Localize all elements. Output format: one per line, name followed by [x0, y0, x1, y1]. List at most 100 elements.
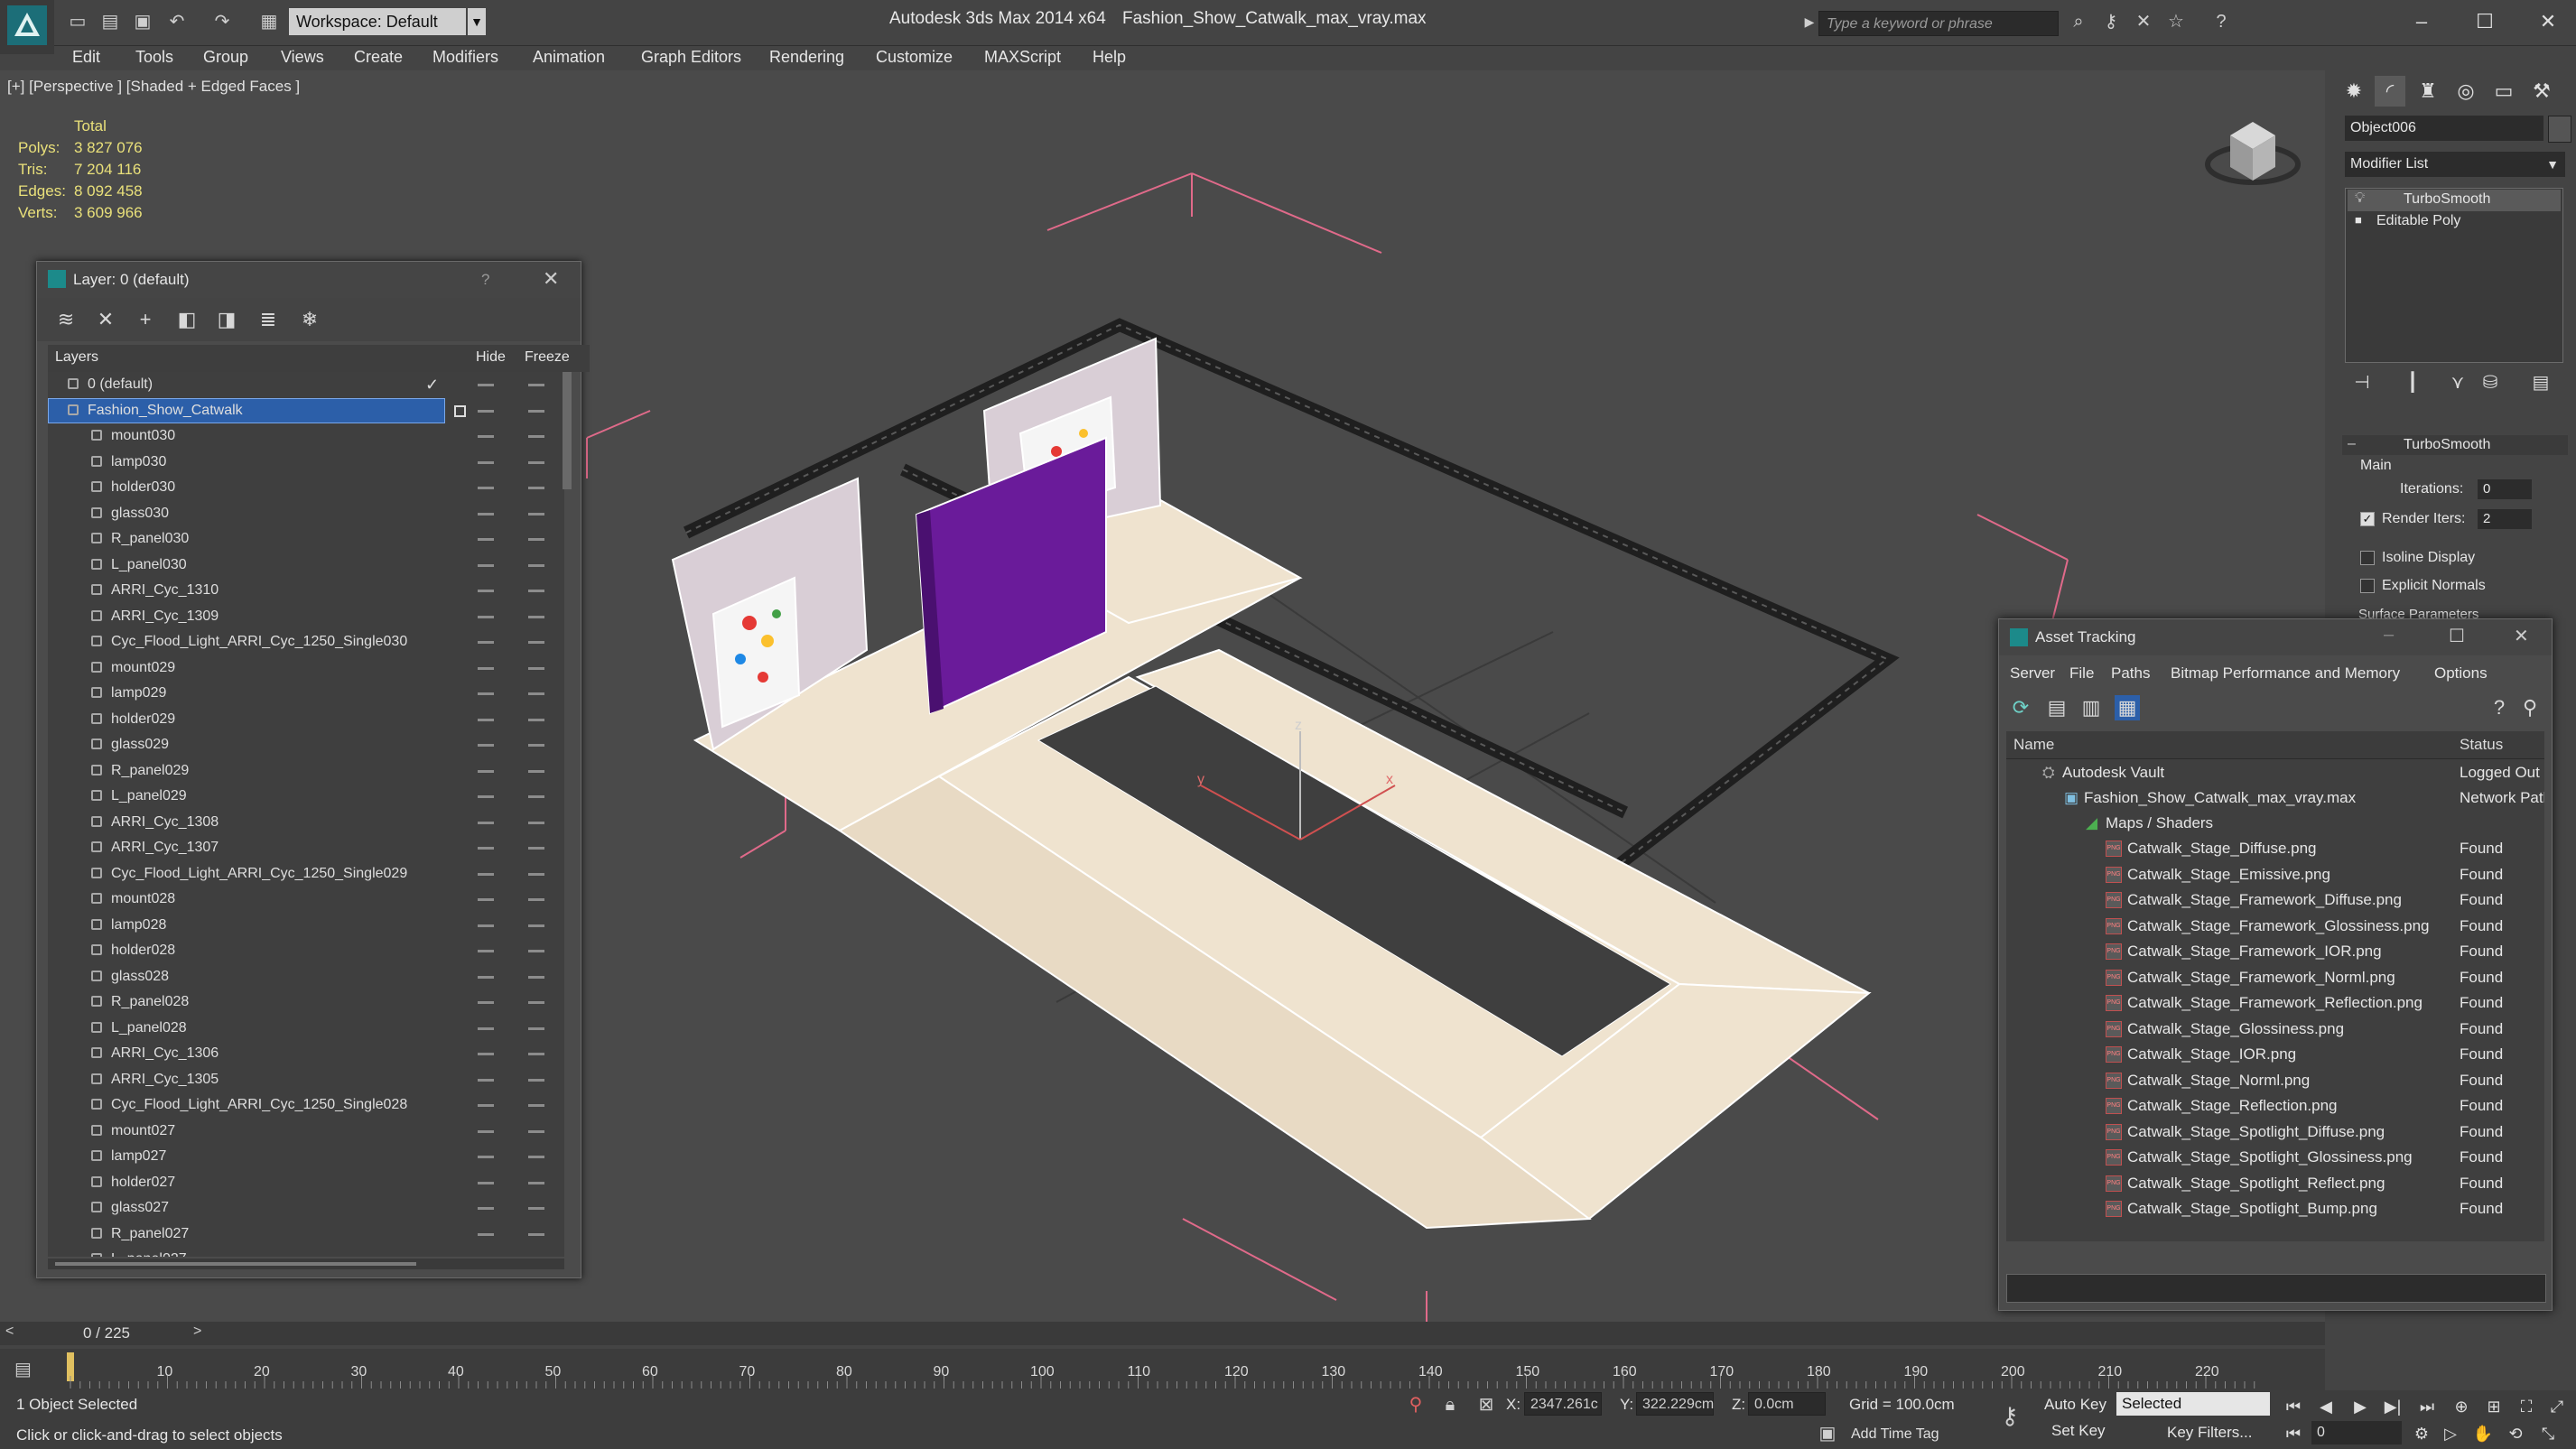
absolute-mode-icon[interactable]: ⊠ — [1475, 1394, 1497, 1416]
freeze-toggle[interactable] — [528, 1181, 544, 1184]
redo-icon[interactable]: ↷ — [211, 11, 233, 33]
object-row[interactable]: R_panel029 — [48, 758, 553, 784]
freeze-toggle[interactable] — [528, 615, 544, 618]
freeze-toggle[interactable] — [528, 1104, 544, 1107]
asset-row-max-file[interactable]: ▣ Fashion_Show_Catwalk_max_vray.max Netw… — [2006, 785, 2544, 811]
help-icon[interactable]: ? — [2487, 695, 2512, 720]
undo-icon[interactable]: ↶ — [166, 11, 188, 33]
hide-toggle[interactable] — [478, 666, 494, 670]
configure-modifier-sets-icon[interactable]: ▤ — [2528, 370, 2553, 395]
modifier-list-dropdown[interactable]: Modifier List — [2345, 152, 2565, 177]
menu-edit[interactable]: Edit — [72, 45, 100, 69]
track-bar[interactable]: ▤ — [0, 1349, 2325, 1390]
add-time-tag-button[interactable]: Add Time Tag — [1851, 1426, 1939, 1443]
go-to-end-icon[interactable]: ⏭ — [2414, 1396, 2440, 1417]
object-row[interactable]: glass027 — [48, 1195, 553, 1221]
show-end-result-icon[interactable]: ┃ — [2400, 370, 2425, 395]
asset-row-map[interactable]: PNG Catwalk_Stage_IOR.png Found — [2006, 1042, 2544, 1067]
object-row[interactable]: ARRI_Cyc_1310 — [48, 578, 553, 603]
hide-toggle[interactable] — [478, 1001, 494, 1004]
object-row[interactable]: L_panel030 — [48, 553, 553, 578]
hide-toggle[interactable] — [478, 1207, 494, 1210]
chevron-right-icon[interactable]: ▶ — [1799, 11, 1820, 33]
menu-rendering[interactable]: Rendering — [769, 45, 844, 69]
freeze-column-header[interactable]: Freeze — [525, 349, 570, 366]
freeze-toggle[interactable] — [528, 1129, 544, 1133]
create-tab-icon[interactable]: ✹ — [2339, 76, 2369, 107]
explicit-normals-checkbox[interactable] — [2360, 579, 2375, 593]
layer-horizontal-scroll-thumb[interactable] — [55, 1262, 416, 1266]
chevron-down-icon[interactable]: ▼ — [2540, 152, 2565, 177]
object-row[interactable]: glass030 — [48, 501, 553, 526]
hide-toggle[interactable] — [478, 641, 494, 644]
minimize-button[interactable]: – — [2404, 5, 2440, 38]
active-layer-check-icon[interactable]: ✓ — [425, 372, 439, 397]
table-view-icon[interactable]: ▦ — [2115, 695, 2140, 720]
pin-stack-icon[interactable]: ⊣ — [2349, 370, 2375, 395]
maximize-button[interactable]: ☐ — [2467, 5, 2503, 38]
asset-path-field[interactable] — [2006, 1274, 2546, 1303]
object-row[interactable]: Cyc_Flood_Light_ARRI_Cyc_1250_Single030 — [48, 629, 553, 655]
freeze-toggle[interactable] — [528, 1026, 544, 1030]
save-file-icon[interactable]: ▣ — [132, 11, 153, 33]
asset-row-map[interactable]: PNG Catwalk_Stage_Framework_Diffuse.png Fo… — [2006, 887, 2544, 913]
highlight-layer-icon[interactable]: ◨ — [214, 307, 239, 332]
asset-menu-file[interactable]: File — [2069, 664, 2094, 683]
layer-scrollbar[interactable] — [563, 372, 572, 489]
hide-toggle[interactable] — [478, 409, 494, 413]
chevron-right-icon[interactable]: > — [193, 1324, 201, 1340]
isolate-selection-icon[interactable]: ⚲ — [1405, 1394, 1427, 1416]
previous-frame-icon[interactable]: ◀ — [2313, 1396, 2339, 1417]
object-row[interactable]: ARRI_Cyc_1305 — [48, 1067, 553, 1092]
hide-toggle[interactable] — [478, 1078, 494, 1082]
asset-list[interactable]: Name Status ⛭ Autodesk Vault Logged Out … — [2006, 731, 2544, 1241]
asset-row-map[interactable]: PNG Catwalk_Stage_Spotlight_Reflect.png Fo… — [2006, 1171, 2544, 1196]
delete-layer-icon[interactable]: ✕ — [93, 307, 118, 332]
freeze-toggle[interactable] — [528, 384, 544, 386]
object-row[interactable]: ARRI_Cyc_1307 — [48, 835, 553, 860]
render-iters-spinner[interactable]: 2 — [2478, 509, 2532, 529]
object-row[interactable]: L_panel028 — [48, 1016, 553, 1041]
freeze-toggle[interactable] — [528, 692, 544, 695]
asset-row-map[interactable]: PNG Catwalk_Stage_Framework_Norml.png Foun… — [2006, 965, 2544, 990]
star-icon[interactable]: ☆ — [2165, 11, 2187, 33]
hide-toggle[interactable] — [478, 950, 494, 952]
hide-toggle[interactable] — [478, 718, 494, 721]
asset-row-map[interactable]: PNG Catwalk_Stage_Emissive.png Found — [2006, 862, 2544, 887]
lock-selection-icon[interactable]: 🔒︎ — [1439, 1394, 1461, 1416]
frame-counter[interactable]: 0 / 225 — [83, 1324, 130, 1342]
object-row[interactable]: mount030 — [48, 423, 553, 449]
layer-row[interactable]: Fashion_Show_Catwalk — [48, 397, 553, 423]
key-mode-icon[interactable]: ⚷ — [1999, 1404, 2021, 1427]
zoom-all-icon[interactable]: ⊞ — [2481, 1396, 2506, 1417]
current-frame-field[interactable]: 0 — [2311, 1421, 2402, 1444]
add-to-layer-icon[interactable]: + — [133, 307, 158, 332]
object-row[interactable]: Cyc_Flood_Light_ARRI_Cyc_1250_Single029 — [48, 861, 553, 887]
key-icon[interactable]: ⚷ — [2100, 11, 2122, 33]
freeze-toggle[interactable] — [528, 1232, 544, 1236]
freeze-toggle[interactable] — [528, 641, 544, 644]
freeze-toggle[interactable] — [528, 435, 544, 438]
menu-create[interactable]: Create — [354, 45, 403, 69]
object-row[interactable]: R_panel027 — [48, 1221, 553, 1247]
asset-row-map[interactable]: PNG Catwalk_Stage_Spotlight_Bump.png Found — [2006, 1196, 2544, 1221]
asset-row-map[interactable]: PNG Catwalk_Stage_Framework_Glossiness.pn… — [2006, 914, 2544, 939]
object-row[interactable]: lamp028 — [48, 913, 553, 938]
object-row[interactable]: R_panel028 — [48, 989, 553, 1015]
freeze-toggle[interactable] — [528, 1078, 544, 1082]
object-row[interactable]: mount028 — [48, 887, 553, 912]
close-button[interactable]: ✕ — [2530, 5, 2566, 38]
hide-toggle[interactable] — [478, 1026, 494, 1030]
go-to-start-icon[interactable]: ⏮ — [2281, 1396, 2306, 1417]
zoom-extents-icon[interactable]: ⛶ — [2514, 1396, 2539, 1417]
refresh-icon[interactable]: ⟳ — [2008, 695, 2033, 720]
asset-menu-server[interactable]: Server — [2010, 664, 2055, 683]
viewport-label[interactable]: [+] [Perspective ] [Shaded + Edged Faces… — [7, 78, 300, 96]
freeze-toggle[interactable] — [528, 512, 544, 516]
asset-menu-options[interactable]: Options — [2434, 664, 2488, 683]
object-row[interactable]: glass028 — [48, 964, 553, 989]
hide-toggle[interactable] — [478, 1232, 494, 1236]
freeze-toggle[interactable] — [528, 769, 544, 773]
freeze-toggle[interactable] — [528, 718, 544, 721]
chevron-down-icon[interactable]: ▼ — [468, 8, 486, 35]
